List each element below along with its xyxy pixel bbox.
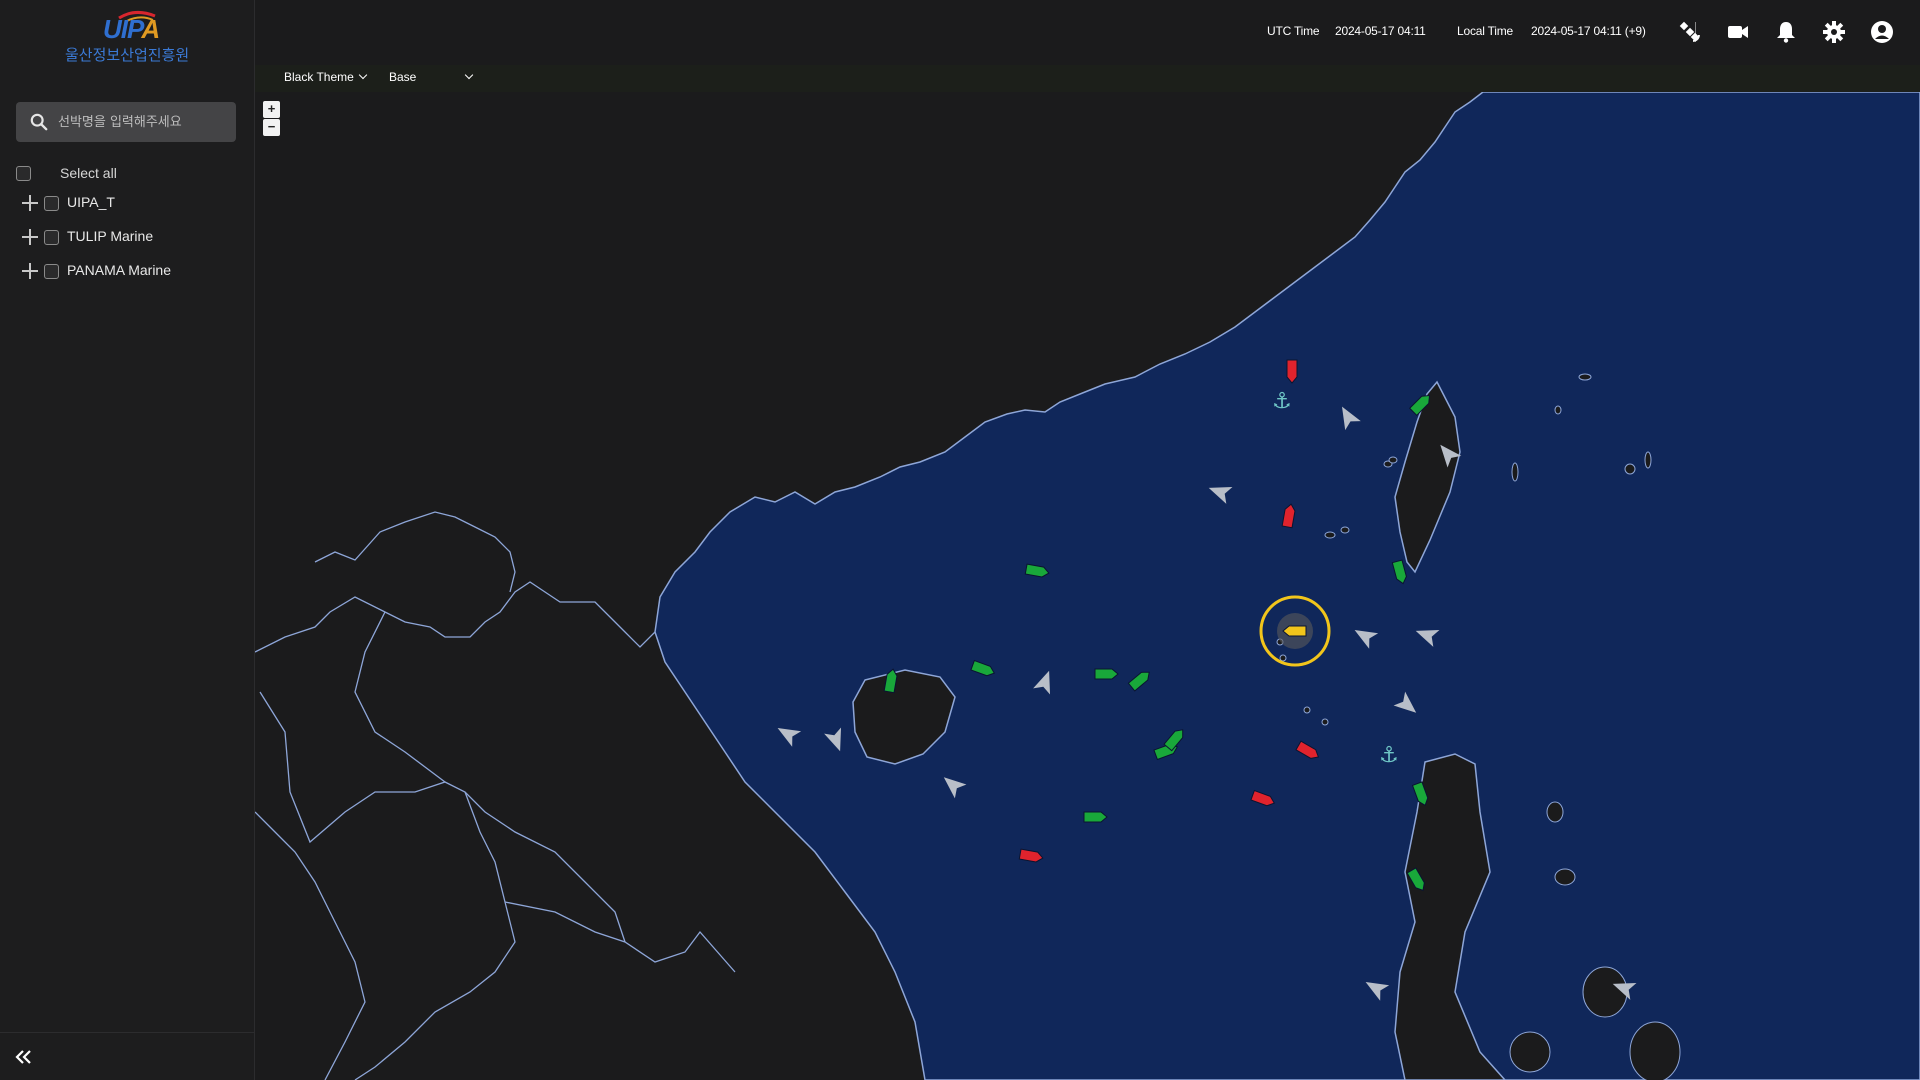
satellite-icon[interactable]	[1678, 20, 1702, 44]
vessel-arrow-marker[interactable]	[1413, 622, 1440, 647]
gear-icon[interactable]	[1822, 20, 1846, 44]
vessel-search-input[interactable]	[56, 102, 226, 142]
vessel-marker-green[interactable]	[1127, 668, 1152, 692]
anchor-icon[interactable]: ⚓	[1379, 743, 1399, 768]
vessel-arrow-marker[interactable]	[1433, 439, 1462, 468]
group-checkbox[interactable]	[44, 264, 59, 279]
local-time-label: Local Time	[1457, 24, 1514, 38]
vessel-arrow-marker[interactable]	[1206, 479, 1233, 504]
user-account-icon[interactable]	[1870, 20, 1894, 44]
select-all-checkbox[interactable]	[16, 166, 31, 181]
vessel-arrow-marker[interactable]	[1361, 974, 1390, 1001]
sidebar-collapse-button[interactable]	[0, 1032, 255, 1080]
group-checkbox[interactable]	[44, 196, 59, 211]
video-camera-icon[interactable]	[1726, 20, 1750, 44]
utc-time-label: UTC Time	[1267, 24, 1320, 38]
search-icon	[30, 113, 48, 131]
group-label: PANAMA Marine	[67, 262, 171, 278]
vessel-arrow-marker[interactable]	[1033, 668, 1057, 695]
logo: UIPA 울산정보산업진흥원	[55, 10, 205, 70]
anchor-icon[interactable]: ⚓	[1272, 389, 1292, 414]
group-row-uipa-t: UIPA_T	[22, 193, 242, 215]
select-all-row: Select all	[16, 164, 236, 184]
vessel-arrow-marker[interactable]	[1610, 975, 1637, 1000]
local-time-value: 2024-05-17 04:11 (+9)	[1531, 24, 1646, 38]
vessel-marker-green[interactable]	[1024, 563, 1050, 578]
logo-mark: UIPA	[103, 14, 160, 44]
double-chevron-left-icon	[15, 1050, 31, 1064]
vessel-marker-green[interactable]	[1094, 668, 1119, 680]
selected-vessel-marker[interactable]	[1282, 625, 1307, 637]
group-checkbox[interactable]	[44, 230, 59, 245]
vessel-marker-green[interactable]	[883, 668, 898, 694]
vessel-marker-red[interactable]	[1250, 789, 1276, 808]
vessel-marker-green[interactable]	[970, 659, 996, 678]
group-label: TULIP Marine	[67, 228, 154, 244]
vessel-arrow-marker[interactable]	[1393, 691, 1422, 720]
theme-select[interactable]: Black Theme	[284, 70, 368, 84]
expand-plus-icon[interactable]	[22, 229, 38, 245]
vessel-layer: ⚓⚓	[773, 359, 1637, 1001]
group-row-tulip-marine: TULIP Marine	[22, 227, 242, 249]
group-label: UIPA_T	[67, 194, 115, 210]
vessel-marker-red[interactable]	[1281, 503, 1296, 529]
layer-select[interactable]: Base	[389, 70, 474, 84]
group-row-panama-marine: PANAMA Marine	[22, 261, 242, 283]
map-view[interactable]: + − ⚓ ⚓	[255, 92, 1920, 1080]
chevron-down-icon	[358, 70, 368, 80]
utc-time-value: 2024-05-17 04:11	[1335, 24, 1426, 38]
vessel-arrow-marker[interactable]	[824, 727, 848, 755]
org-name: 울산정보산업진흥원	[65, 46, 190, 64]
vessel-marker-green[interactable]	[1411, 781, 1430, 807]
vessel-marker-red[interactable]	[1295, 740, 1321, 761]
vessel-arrow-marker[interactable]	[773, 720, 802, 747]
vessel-arrow-marker[interactable]	[938, 770, 967, 799]
vessel-marker-red[interactable]	[1286, 359, 1298, 384]
chevron-down-icon	[465, 70, 474, 80]
vessel-marker-green[interactable]	[1406, 867, 1427, 893]
expand-plus-icon[interactable]	[22, 263, 38, 279]
vessel-marker-green[interactable]	[1083, 811, 1108, 823]
vessel-marker-green[interactable]	[1408, 392, 1433, 417]
expand-plus-icon[interactable]	[22, 195, 38, 211]
vessel-marker-red[interactable]	[1018, 848, 1044, 863]
vessel-marker-green[interactable]	[1163, 727, 1186, 752]
vessel-arrow-marker[interactable]	[1350, 622, 1379, 649]
bell-icon[interactable]	[1774, 20, 1798, 44]
select-all-label: Select all	[60, 165, 117, 181]
vessel-marker-green[interactable]	[1391, 559, 1408, 585]
map-style-bar: Black Theme Base	[255, 65, 1920, 92]
sidebar: UIPA 울산정보산업진흥원 Select all UIPA_T TULIP M…	[0, 0, 255, 1080]
vessel-search	[16, 102, 236, 142]
vessel-arrow-marker[interactable]	[1334, 402, 1361, 431]
top-bar: UTC Time 2024-05-17 04:11 Local Time 202…	[255, 0, 1920, 65]
